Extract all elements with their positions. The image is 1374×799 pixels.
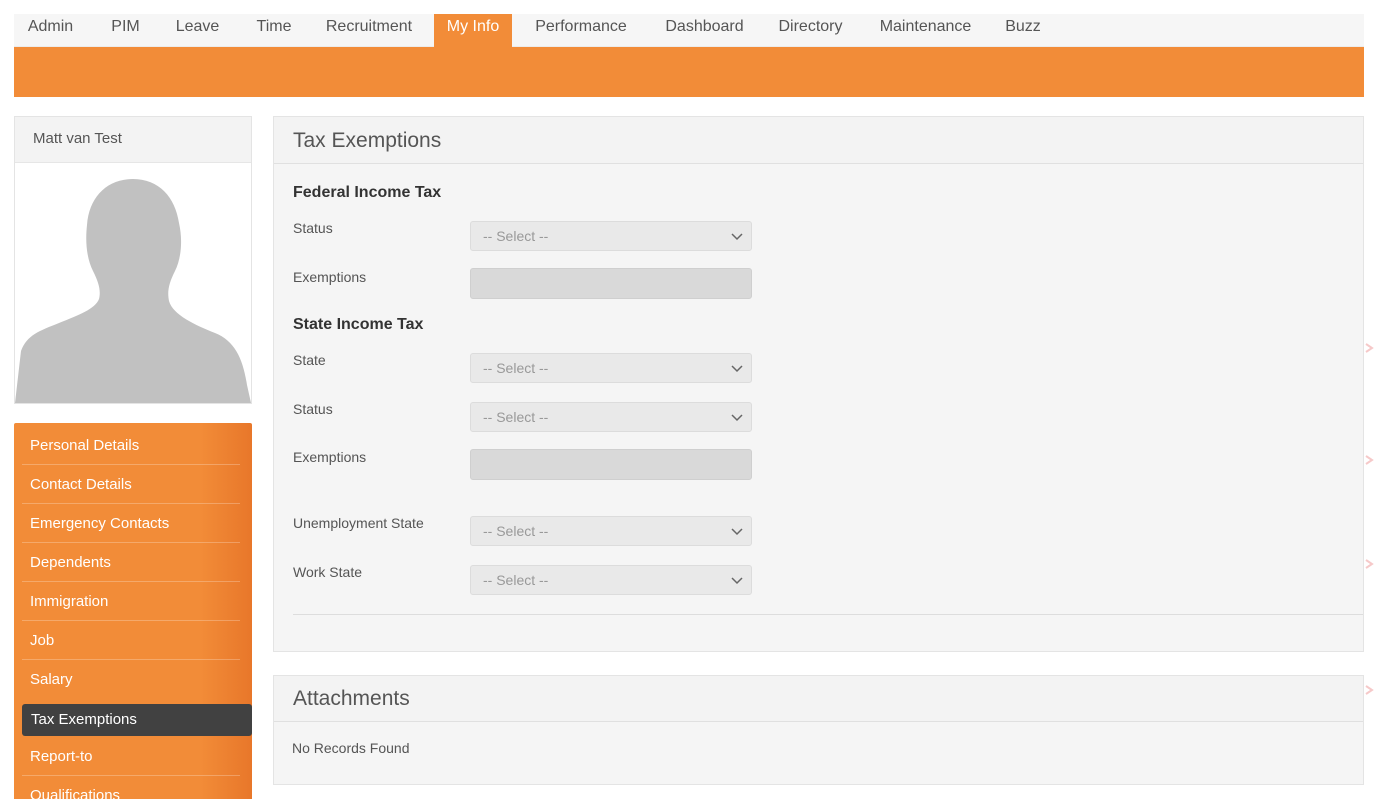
nav-item-maintenance[interactable]: Maintenance	[870, 14, 981, 47]
state-exemptions-label: Exemptions	[293, 449, 367, 465]
select-value: -- Select --	[483, 572, 549, 588]
divider	[22, 542, 240, 543]
chevron-down-icon	[731, 365, 743, 373]
edge-fragment-icon	[1365, 559, 1374, 569]
side-menu-item-dependents[interactable]: Dependents	[14, 544, 252, 582]
side-menu-item-label: Contact Details	[30, 476, 132, 493]
work-state-label: Work State	[293, 564, 362, 580]
nav-item-my-info[interactable]: My Info	[434, 14, 512, 47]
side-menu-item-emergency-contacts[interactable]: Emergency Contacts	[14, 505, 252, 543]
federal-exemptions-field[interactable]	[470, 268, 752, 299]
federal-status-label: Status	[293, 220, 333, 236]
state-income-tax-heading: State Income Tax	[293, 316, 424, 333]
side-menu-item-qualifications[interactable]: Qualifications	[14, 777, 252, 799]
select-value: -- Select --	[483, 228, 549, 244]
side-menu-item-immigration[interactable]: Immigration	[14, 583, 252, 621]
profile-card: Matt van Test	[14, 116, 252, 404]
side-menu-item-salary[interactable]: Salary	[14, 661, 252, 699]
empty-state-text: No Records Found	[292, 740, 410, 756]
chevron-down-icon	[731, 414, 743, 422]
side-menu-item-label: Report-to	[30, 748, 93, 765]
side-menu-item-label: Immigration	[30, 593, 109, 610]
state-label: State	[293, 352, 326, 368]
select-value: -- Select --	[483, 523, 549, 539]
divider	[22, 775, 240, 776]
state-status-select[interactable]: -- Select --	[470, 402, 752, 432]
edge-fragment-icon	[1365, 685, 1374, 695]
work-state-select[interactable]: -- Select --	[470, 565, 752, 595]
nav-item-dashboard[interactable]: Dashboard	[655, 14, 754, 47]
person-silhouette-icon	[15, 163, 251, 403]
panel-title: Tax Exemptions	[274, 117, 1363, 164]
select-value: -- Select --	[483, 360, 549, 376]
side-menu-item-label: Qualifications	[30, 787, 121, 799]
avatar[interactable]	[15, 163, 251, 403]
side-menu-item-label: Job	[30, 632, 55, 649]
attachments-panel: Attachments No Records Found	[273, 675, 1364, 785]
nav-item-performance[interactable]: Performance	[528, 14, 634, 47]
nav-item-recruitment[interactable]: Recruitment	[314, 14, 424, 47]
nav-item-admin[interactable]: Admin	[20, 14, 81, 47]
unemployment-state-select[interactable]: -- Select --	[470, 516, 752, 546]
nav-item-directory[interactable]: Directory	[770, 14, 851, 47]
chevron-down-icon	[731, 577, 743, 585]
side-menu-item-label: Tax Exemptions	[31, 711, 137, 728]
side-menu-item-tax-exemptions[interactable]: Tax Exemptions	[22, 704, 252, 736]
divider	[22, 581, 240, 582]
side-menu-item-label: Personal Details	[30, 437, 140, 454]
profile-name: Matt van Test	[15, 117, 251, 163]
top-navigation: Admin PIM Leave Time Recruitment My Info…	[14, 14, 1364, 47]
federal-status-select[interactable]: -- Select --	[470, 221, 752, 251]
federal-exemptions-label: Exemptions	[293, 269, 367, 285]
divider	[22, 464, 240, 465]
side-menu-item-job[interactable]: Job	[14, 622, 252, 660]
nav-item-leave[interactable]: Leave	[169, 14, 226, 47]
divider	[22, 503, 240, 504]
form-divider	[293, 614, 1363, 615]
federal-income-tax-heading: Federal Income Tax	[293, 184, 442, 201]
chevron-down-icon	[731, 528, 743, 536]
panel-title: Attachments	[274, 676, 1363, 722]
chevron-down-icon	[731, 233, 743, 241]
nav-item-pim[interactable]: PIM	[97, 14, 154, 47]
unemployment-state-label: Unemployment State	[293, 515, 424, 531]
divider	[22, 659, 240, 660]
edge-fragment-icon	[1365, 343, 1374, 353]
side-menu-item-label: Emergency Contacts	[30, 515, 170, 532]
side-menu-item-personal-details[interactable]: Personal Details	[14, 427, 252, 465]
side-menu-item-label: Salary	[30, 671, 73, 688]
sub-navigation-bar	[14, 47, 1364, 97]
side-menu-item-label: Dependents	[30, 554, 111, 571]
edge-fragment-icon	[1365, 455, 1374, 465]
state-status-label: Status	[293, 401, 333, 417]
nav-item-time[interactable]: Time	[250, 14, 298, 47]
nav-item-buzz[interactable]: Buzz	[997, 14, 1049, 47]
select-value: -- Select --	[483, 409, 549, 425]
tax-exemptions-panel: Tax Exemptions Federal Income Tax Status…	[273, 116, 1364, 652]
side-menu: Personal Details Contact Details Emergen…	[14, 423, 252, 799]
side-menu-item-report-to[interactable]: Report-to	[14, 738, 252, 776]
divider	[22, 620, 240, 621]
side-menu-item-contact-details[interactable]: Contact Details	[14, 466, 252, 504]
state-exemptions-field[interactable]	[470, 449, 752, 480]
state-select[interactable]: -- Select --	[470, 353, 752, 383]
